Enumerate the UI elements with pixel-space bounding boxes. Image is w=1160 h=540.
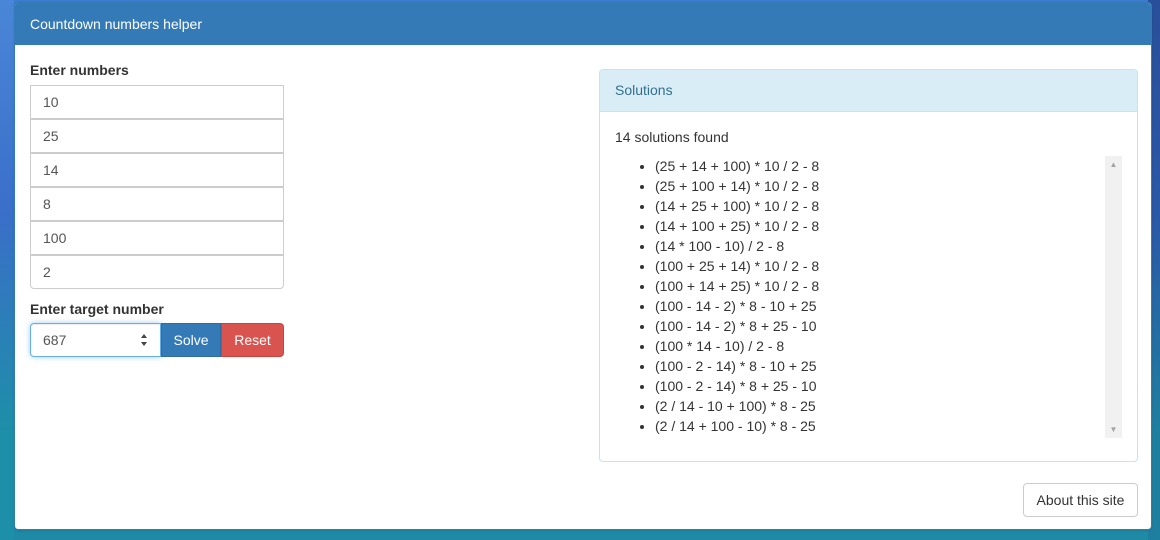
- desktop-background-left: [0, 0, 14, 540]
- target-number-input[interactable]: 687: [30, 323, 161, 357]
- solutions-heading: Solutions: [600, 70, 1137, 112]
- number-input-5[interactable]: 100: [30, 221, 284, 255]
- number-input-1[interactable]: 10: [30, 85, 284, 119]
- list-item: (2 / 14 + 100 - 10) * 8 - 25: [655, 416, 1122, 436]
- list-item: (100 - 2 - 14) * 8 - 10 + 25: [655, 356, 1122, 376]
- solve-button[interactable]: Solve: [161, 323, 221, 357]
- number-input-2[interactable]: 25: [30, 119, 284, 153]
- target-label: Enter target number: [30, 301, 164, 317]
- reset-button[interactable]: Reset: [221, 323, 284, 357]
- about-site-button[interactable]: About this site: [1023, 483, 1138, 517]
- list-item: (14 + 100 + 25) * 10 / 2 - 8: [655, 216, 1122, 236]
- list-item: (25 + 14 + 100) * 10 / 2 - 8: [655, 156, 1122, 176]
- number-input-4[interactable]: 8: [30, 187, 284, 221]
- solutions-scrollbar[interactable]: ▲ ▼: [1105, 156, 1122, 438]
- list-item: (25 + 100 + 14) * 10 / 2 - 8: [655, 176, 1122, 196]
- solutions-panel: Solutions 14 solutions found (25 + 14 + …: [599, 69, 1138, 462]
- list-item: (14 * 100 - 10) / 2 - 8: [655, 236, 1122, 256]
- solutions-list[interactable]: (25 + 14 + 100) * 10 / 2 - 8 (25 + 100 +…: [615, 156, 1122, 438]
- number-input-3[interactable]: 14: [30, 153, 284, 187]
- list-item: (14 + 25 + 100) * 10 / 2 - 8: [655, 196, 1122, 216]
- target-number-value: 687: [43, 332, 67, 348]
- page-title: Countdown numbers helper: [15, 3, 1151, 45]
- numbers-label: Enter numbers: [30, 62, 129, 78]
- solutions-count: 14 solutions found: [615, 129, 729, 145]
- number-spinner-icon[interactable]: [140, 333, 148, 347]
- scroll-down-icon[interactable]: ▼: [1105, 421, 1122, 438]
- list-item: (100 - 2 - 14) * 8 + 25 - 10: [655, 376, 1122, 396]
- list-item: (100 - 14 - 2) * 8 - 10 + 25: [655, 296, 1122, 316]
- list-item: (100 + 14 + 25) * 10 / 2 - 8: [655, 276, 1122, 296]
- scroll-up-icon[interactable]: ▲: [1105, 156, 1122, 173]
- list-item: (100 * 14 - 10) / 2 - 8: [655, 336, 1122, 356]
- main-panel: Countdown numbers helper Enter numbers 1…: [14, 2, 1152, 530]
- solutions-ul: (25 + 14 + 100) * 10 / 2 - 8 (25 + 100 +…: [615, 156, 1122, 436]
- list-item: (100 - 14 - 2) * 8 + 25 - 10: [655, 316, 1122, 336]
- list-item: (100 + 25 + 14) * 10 / 2 - 8: [655, 256, 1122, 276]
- number-input-6[interactable]: 2: [30, 255, 284, 289]
- list-item: (2 / 14 - 10 + 100) * 8 - 25: [655, 396, 1122, 416]
